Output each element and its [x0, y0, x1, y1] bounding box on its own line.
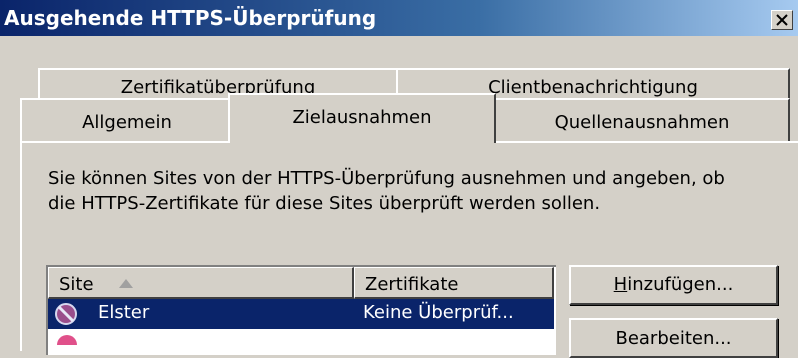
cell-certificates: Keine Überprüf...	[363, 302, 514, 323]
description-line: Sie können Sites von der HTTPS-Überprüfu…	[48, 168, 725, 189]
close-button[interactable]	[771, 10, 793, 30]
sort-ascending-icon	[119, 279, 133, 288]
edit-label: Bearbeiten...	[615, 328, 732, 349]
column-header-zertifikate[interactable]: Zertifikate	[354, 267, 554, 299]
column-header-site[interactable]: Site	[48, 267, 354, 299]
tab-label: Quellenausnahmen	[554, 112, 730, 133]
column-label: Site	[59, 274, 94, 295]
add-button[interactable]: Hinzufügen...	[569, 265, 778, 305]
edit-button[interactable]: Bearbeiten...	[569, 318, 778, 358]
add-label: inzufügen...	[627, 274, 734, 295]
table-row[interactable]: Elster Keine Überprüf...	[48, 299, 554, 329]
tab-zielausnahmen[interactable]: Zielausnahmen	[228, 93, 496, 143]
site-exceptions-list[interactable]: Site Zertifikate Elster Keine Überprüf..…	[46, 265, 556, 355]
tab-label: Allgemein	[82, 112, 172, 133]
cell-site: Elster	[98, 302, 150, 323]
tab-label: Zielausnahmen	[292, 107, 432, 128]
tab-allgemein[interactable]: Allgemein	[20, 98, 234, 142]
column-label: Zertifikate	[365, 274, 459, 295]
window-title: Ausgehende HTTPS-Überprüfung	[4, 6, 377, 30]
tab-quellenausnahmen[interactable]: Quellenausnahmen	[494, 98, 790, 142]
add-mnemonic: H	[613, 274, 628, 295]
description-text: Sie können Sites von der HTTPS-Überprüfu…	[48, 166, 788, 216]
blocked-icon	[55, 303, 77, 325]
title-bar[interactable]: Ausgehende HTTPS-Überprüfung	[0, 0, 798, 36]
blocked-icon-partial	[57, 335, 77, 345]
description-line: die HTTPS-Zertifikate für diese Sites üb…	[48, 193, 601, 214]
close-icon	[776, 14, 788, 26]
